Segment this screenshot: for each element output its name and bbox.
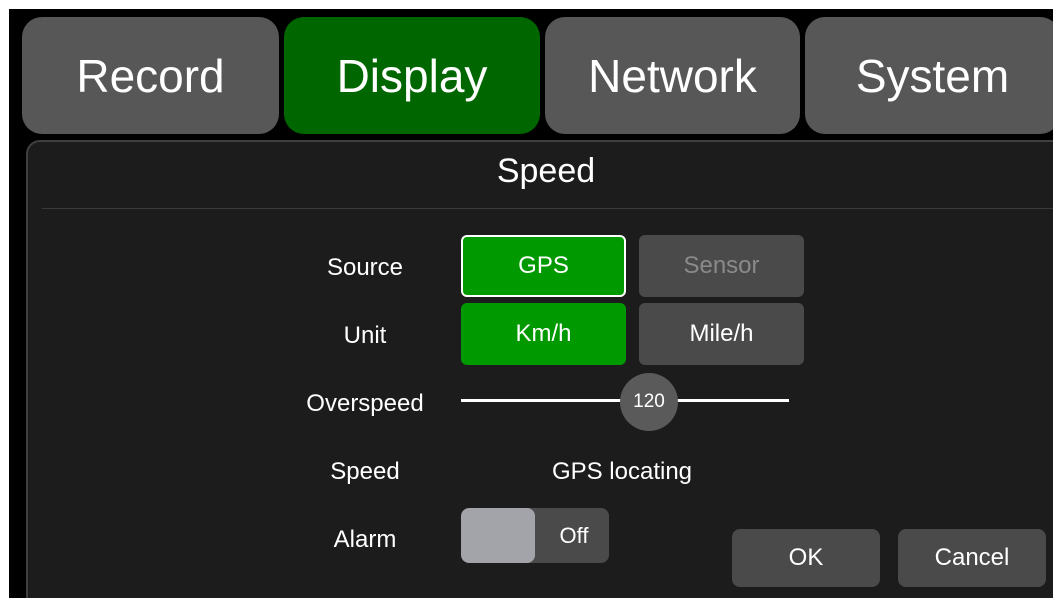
tab-system[interactable]: System	[805, 17, 1053, 134]
source-gps-button[interactable]: GPS	[461, 235, 626, 297]
speed-value: GPS locating	[551, 458, 693, 485]
unit-mileh-button[interactable]: Mile/h	[639, 303, 804, 365]
overspeed-label: Overspeed	[306, 390, 424, 417]
speed-label: Speed	[330, 458, 400, 485]
ok-button[interactable]: OK	[732, 529, 880, 587]
source-label: Source	[326, 254, 404, 281]
alarm-toggle-thumb[interactable]	[461, 508, 535, 563]
tab-display[interactable]: Display	[284, 17, 540, 134]
alarm-toggle-state: Off	[559, 522, 589, 548]
alarm-toggle[interactable]: Off	[461, 508, 609, 563]
screen: Record Display Network System Speed Sour…	[9, 9, 1053, 598]
cancel-button[interactable]: Cancel	[898, 529, 1046, 587]
dialog-title: Speed	[496, 152, 596, 190]
tab-record[interactable]: Record	[22, 17, 279, 134]
overspeed-slider-handle[interactable]: 120	[620, 373, 678, 431]
alarm-label: Alarm	[333, 526, 397, 553]
unit-label: Unit	[343, 322, 387, 349]
tab-network[interactable]: Network	[545, 17, 800, 134]
title-divider	[42, 208, 1053, 209]
source-sensor-button: Sensor	[639, 235, 804, 297]
unit-kmh-button[interactable]: Km/h	[461, 303, 626, 365]
